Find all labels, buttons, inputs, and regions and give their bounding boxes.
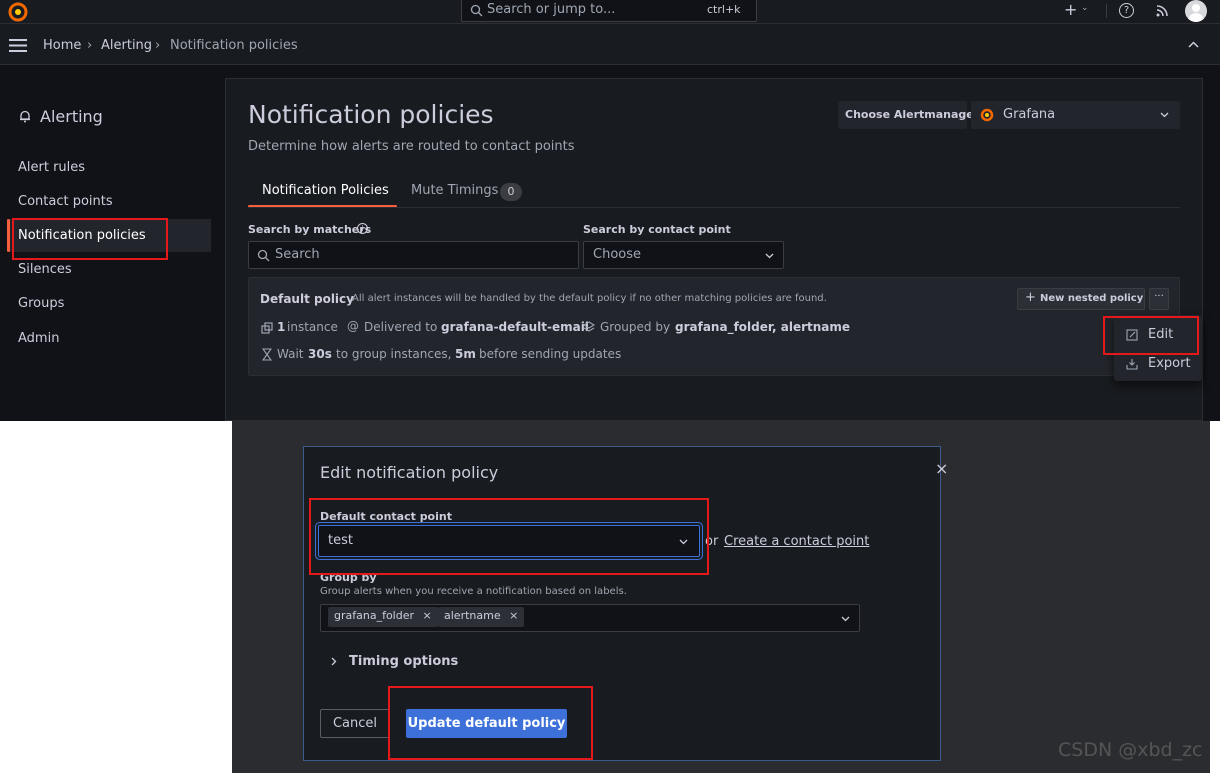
alertmanager-select[interactable]: Grafana — [971, 101, 1180, 129]
highlight-box — [1103, 316, 1199, 355]
group-by-tag: grafana_folder × — [328, 607, 438, 627]
breadcrumb-separator: › — [155, 38, 161, 53]
menu-item-export[interactable]: Export — [1148, 356, 1191, 371]
wait-prefix: Wait — [277, 347, 304, 361]
instances-text: instance — [287, 320, 338, 334]
page-subtitle: Determine how alerts are routed to conta… — [248, 139, 575, 154]
tab-mute-timings[interactable]: Mute Timings — [411, 183, 498, 198]
tab-notification-policies[interactable]: Notification Policies — [262, 183, 389, 198]
grafana-icon — [980, 108, 994, 122]
at-icon: @ — [347, 319, 359, 333]
highlight-box — [388, 686, 593, 760]
news-feed-icon[interactable] — [1155, 4, 1169, 18]
group-wait-value: 30s — [308, 347, 332, 361]
contact-point-filter-select[interactable]: Choose — [583, 241, 784, 269]
divider — [1106, 4, 1107, 18]
alertmanager-label: Choose Alertmanager — [838, 101, 979, 129]
breadcrumb-alerting[interactable]: Alerting — [101, 38, 152, 53]
instances-icon — [261, 322, 273, 334]
search-input[interactable]: Search or jump to... ctrl+k — [461, 0, 757, 22]
default-policy-card: Default policy All alert instances will … — [248, 277, 1180, 376]
wait-mid: to group instances, — [336, 347, 452, 361]
help-icon[interactable]: ? — [1119, 3, 1134, 18]
hourglass-icon — [262, 348, 272, 361]
sidebar: Alerting Alert rules Contact points Noti… — [0, 65, 225, 421]
shortcut-hint: ctrl+k — [707, 3, 741, 16]
search-placeholder: Search or jump to... — [487, 2, 616, 17]
watermark: CSDN @xbd_zc — [1058, 739, 1203, 761]
remove-tag-icon[interactable]: × — [509, 609, 518, 622]
group-by-tag: alertname × — [438, 607, 525, 627]
download-icon — [1126, 359, 1138, 370]
delivered-to-contact[interactable]: grafana-default-email — [441, 320, 589, 334]
contact-point-filter-label: Search by contact point — [583, 223, 731, 236]
menu-icon[interactable] — [9, 39, 27, 52]
breadcrumb-home[interactable]: Home — [43, 38, 81, 53]
sidebar-title: Alerting — [40, 107, 103, 126]
breadcrumb-bar: Home › Alerting › Notification policies — [0, 24, 1220, 65]
layers-icon — [583, 321, 595, 332]
search-icon — [470, 4, 483, 17]
close-icon[interactable]: × — [935, 459, 948, 478]
policy-description: All alert instances will be handled by t… — [352, 293, 827, 304]
breadcrumb-current: Notification policies — [170, 38, 298, 53]
grouped-prefix: Grouped by — [600, 320, 671, 334]
user-avatar[interactable] — [1185, 0, 1207, 22]
sidebar-item-alert-rules[interactable]: Alert rules — [18, 160, 85, 175]
chevron-down-icon: ⌄ — [1081, 3, 1089, 13]
wait-suffix: before sending updates — [479, 347, 622, 361]
matchers-label: Search by matchers — [248, 223, 372, 236]
modal-title: Edit notification policy — [320, 463, 499, 482]
mute-timings-count-badge: 0 — [500, 183, 522, 201]
create-contact-point-link[interactable]: Create a contact point — [724, 534, 869, 549]
grouped-by-labels: grafana_folder, alertname — [675, 320, 851, 334]
timing-options-toggle[interactable]: Timing options — [349, 654, 458, 669]
matchers-search-input[interactable]: Search — [248, 241, 579, 269]
chevron-down-icon — [841, 616, 850, 622]
new-nested-policy-button[interactable]: + New nested policy — [1017, 288, 1145, 310]
grafana-logo-icon[interactable] — [8, 2, 28, 22]
top-bar: Search or jump to... ctrl+k + ⌄ ? — [0, 0, 1220, 24]
edit-dialog-screenshot: Edit notification policy × Default conta… — [0, 421, 1220, 773]
group-interval-value: 5m — [455, 347, 476, 361]
group-by-description: Group alerts when you receive a notifica… — [320, 586, 627, 597]
search-icon — [257, 249, 270, 262]
policy-name: Default policy — [260, 292, 354, 306]
chevron-right-icon[interactable] — [331, 657, 337, 666]
sidebar-item-admin[interactable]: Admin — [18, 331, 59, 346]
add-new-button[interactable]: + — [1064, 0, 1077, 19]
instances-count: 1 — [277, 320, 286, 334]
chevron-up-icon[interactable] — [1188, 41, 1199, 49]
info-icon[interactable]: i — [357, 223, 368, 234]
cancel-button[interactable]: Cancel — [320, 709, 390, 738]
more-options-button[interactable]: ··· — [1149, 288, 1169, 310]
remove-tag-icon[interactable]: × — [423, 609, 432, 622]
bell-icon — [20, 110, 30, 123]
sidebar-item-contact-points[interactable]: Contact points — [18, 194, 113, 209]
chevron-down-icon — [1160, 112, 1169, 118]
active-indicator — [7, 219, 10, 252]
plus-icon: + — [1025, 290, 1036, 305]
alerting-page-screenshot: Search or jump to... ctrl+k + ⌄ ? Home ›… — [0, 0, 1220, 421]
breadcrumb-separator: › — [87, 38, 93, 53]
chevron-down-icon — [765, 253, 774, 259]
highlight-box — [12, 218, 168, 260]
sidebar-item-silences[interactable]: Silences — [18, 262, 72, 277]
page-title: Notification policies — [248, 100, 494, 129]
tabs-divider — [248, 207, 1180, 208]
delivered-prefix: Delivered to — [364, 320, 438, 334]
highlight-box — [309, 498, 709, 575]
sidebar-item-groups[interactable]: Groups — [18, 296, 64, 311]
